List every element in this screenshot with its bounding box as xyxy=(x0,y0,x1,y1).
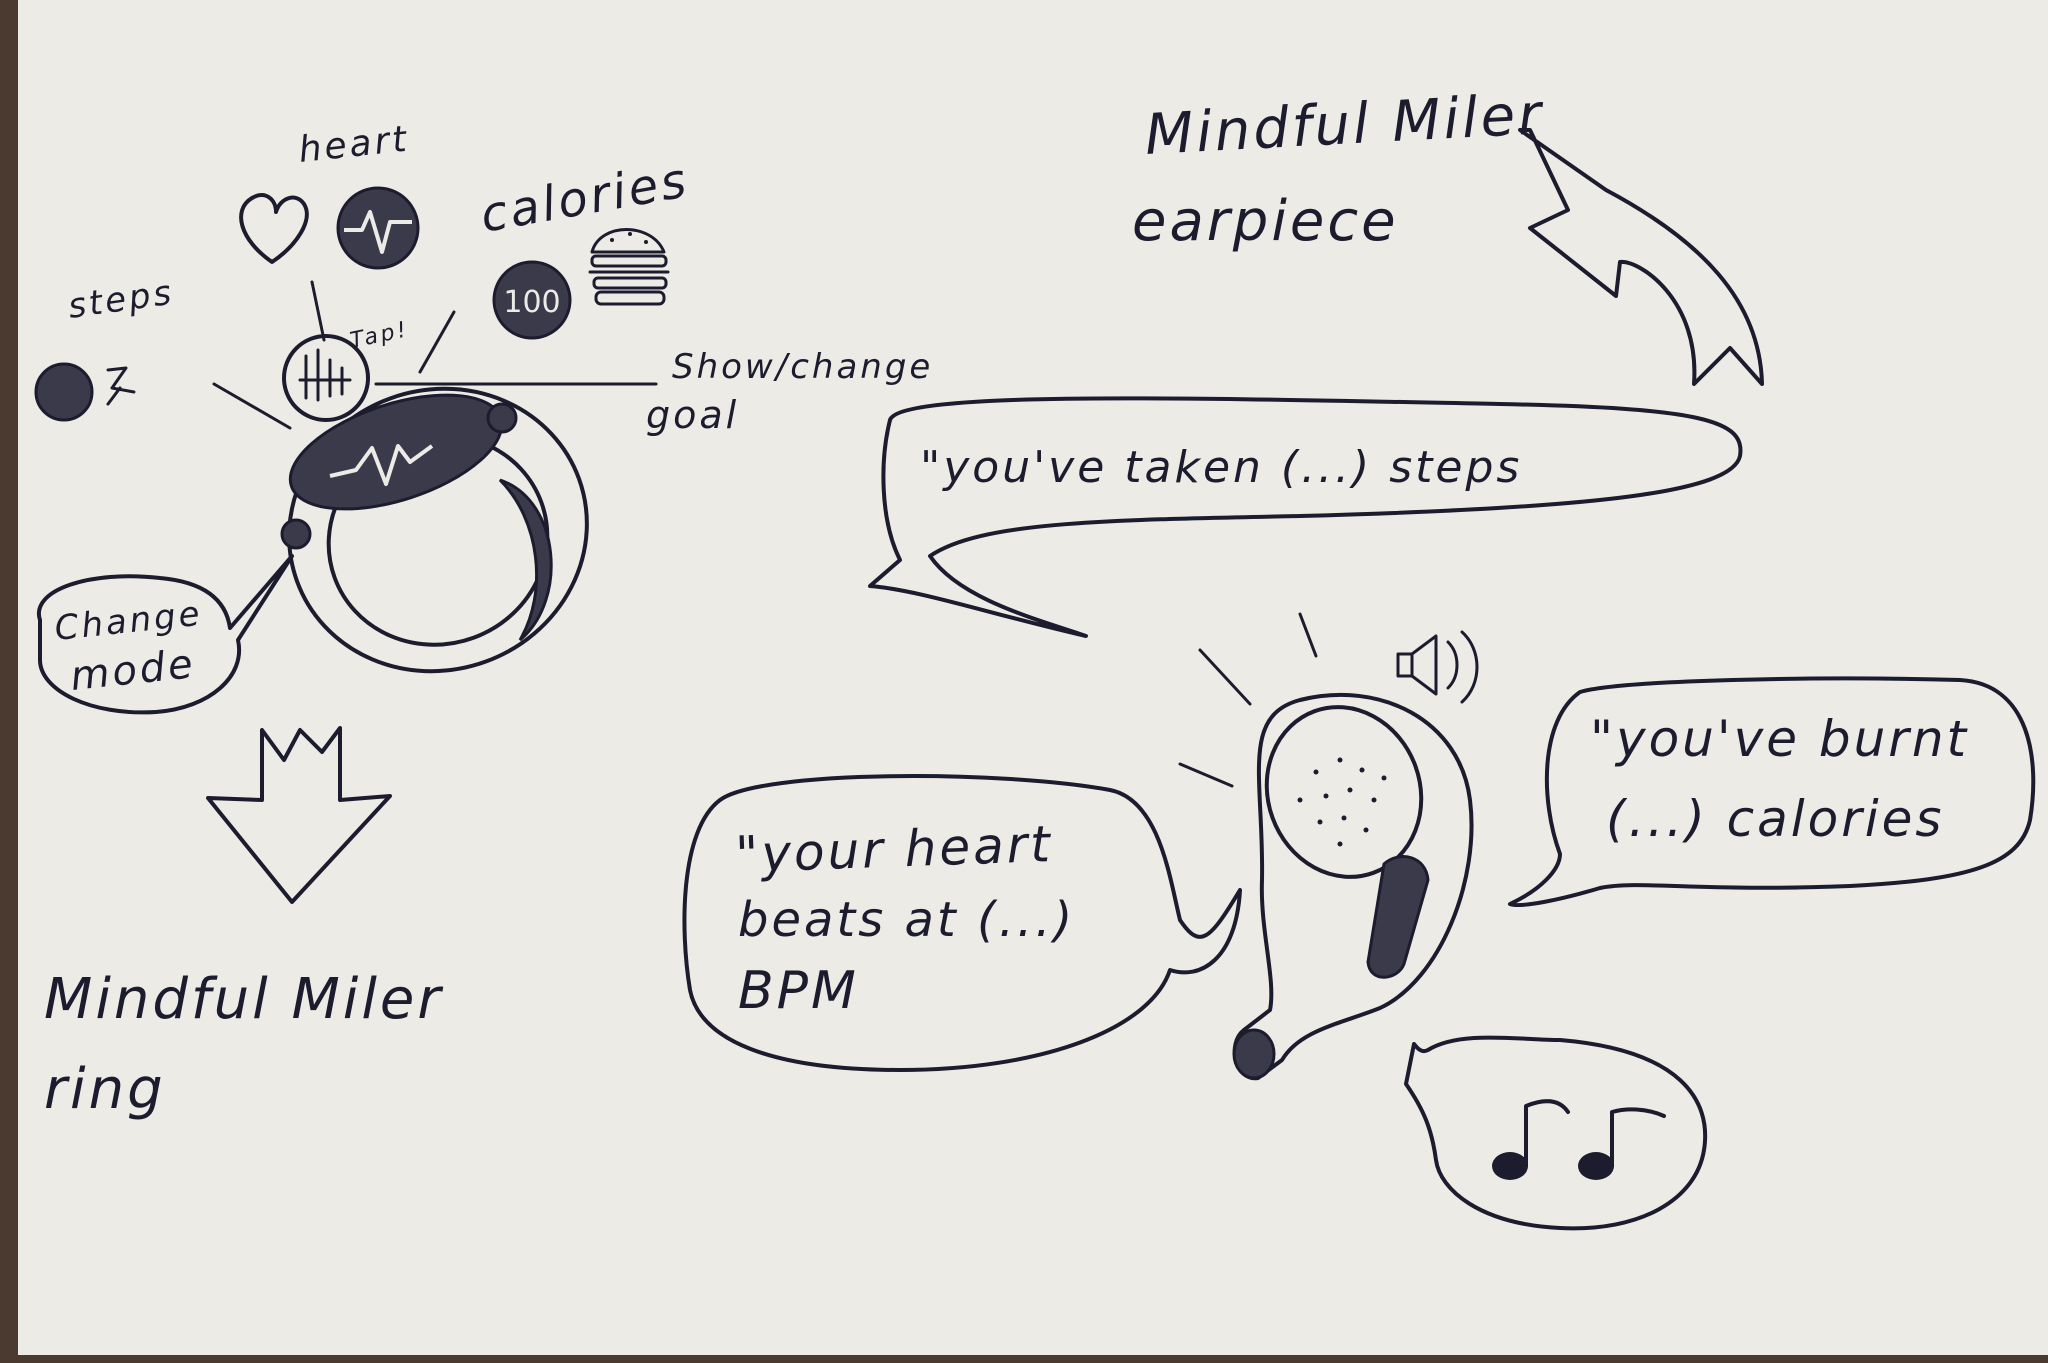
paper-sheet xyxy=(18,0,2048,1355)
show-change-goal-label-line2: goal xyxy=(646,393,739,437)
steps-bubble-text: "you've taken (...) steps xyxy=(920,442,1522,493)
ring-title-line1: Mindful Miler xyxy=(44,967,443,1032)
sketch-page: heart calories 100 steps Tap! Show/chang… xyxy=(0,0,2048,1363)
earpiece-tip xyxy=(1232,1028,1276,1080)
svg-text:100: 100 xyxy=(503,285,560,320)
heart-bubble-line1: "your heart xyxy=(734,815,1053,884)
heart-bubble-line2: beats at (...) xyxy=(738,892,1075,948)
ring-title-line2: ring xyxy=(44,1057,166,1122)
ring-right-button xyxy=(486,402,518,434)
calories-bubble-line1: "you've burnt xyxy=(1590,710,1969,768)
show-change-goal-label-line1: Show/change xyxy=(672,347,933,387)
heart-bubble-line3: BPM xyxy=(738,961,859,1021)
ring-left-button xyxy=(280,518,312,550)
calories-bubble-line2: (...) calories xyxy=(1606,790,1944,848)
heart-rate-icon xyxy=(336,186,420,270)
bottom-edge xyxy=(0,1355,2048,1363)
calorie-counter-icon: 100 xyxy=(492,260,572,340)
earpiece-title-line2: earpiece xyxy=(1132,189,1399,254)
